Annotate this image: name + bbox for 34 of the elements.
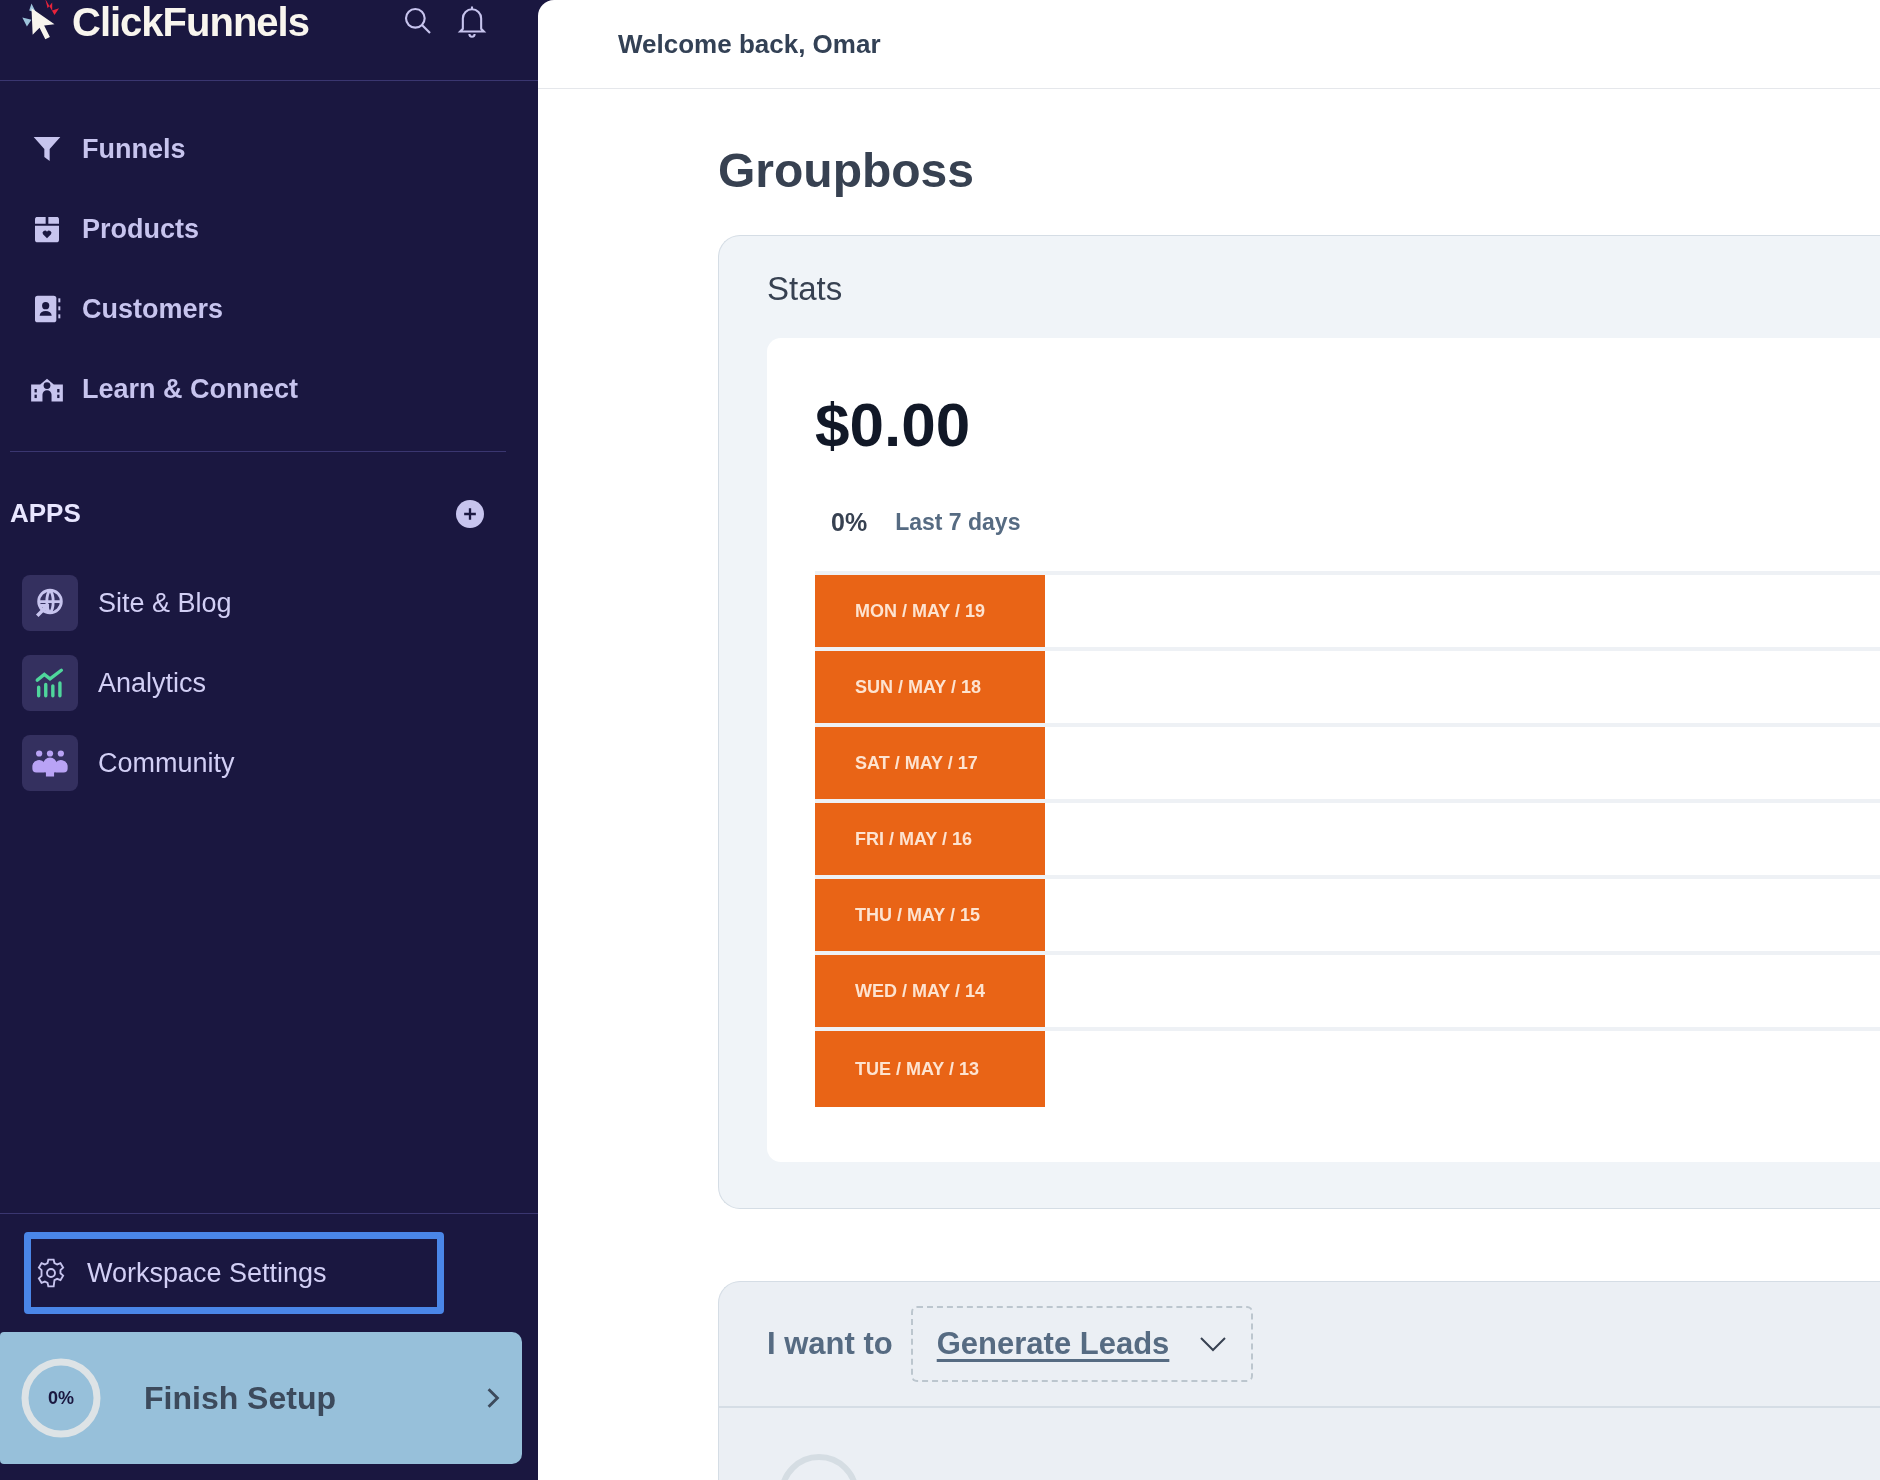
welcome-message: Welcome back, Omar	[618, 27, 881, 61]
goal-prefix: I want to	[767, 1324, 893, 1363]
app-link[interactable]: Community	[22, 735, 538, 791]
day-label: TUE / MAY / 13	[815, 1031, 1045, 1107]
page-title: Groupboss	[718, 147, 975, 195]
day-label: MON / MAY / 19	[815, 575, 1045, 647]
brand-name: ClickFunnels	[72, 0, 309, 46]
plus-icon	[463, 506, 477, 521]
revenue-amount: $0.00	[815, 393, 972, 456]
finish-setup-label: Finish Setup	[144, 1379, 336, 1418]
change-percent: 0%	[831, 506, 868, 538]
notifications-button[interactable]	[456, 4, 488, 38]
nav-link[interactable]: Learn & Connect	[10, 361, 506, 417]
nav-link[interactable]: Customers	[10, 281, 506, 337]
workspace-settings-button[interactable]: Workspace Settings	[24, 1232, 444, 1314]
goal-dropdown[interactable]: Generate Leads	[910, 1306, 1254, 1382]
day-label: THU / MAY / 15	[815, 879, 1045, 951]
app-link[interactable]: Analytics	[22, 655, 538, 711]
day-label: FRI / MAY / 16	[815, 803, 1045, 875]
day-label: SUN / MAY / 18	[815, 651, 1045, 723]
day-label: SAT / MAY / 17	[815, 727, 1045, 799]
apps-heading: APPS	[10, 497, 81, 530]
period-label: Last 7 days	[895, 508, 1021, 537]
chevron-right-icon	[486, 1387, 500, 1409]
nav-link[interactable]: Products	[10, 201, 506, 257]
stats-heading: Stats	[767, 269, 844, 309]
nav-link[interactable]: Funnels	[10, 121, 506, 177]
progress-percent: 0%	[48, 1386, 74, 1410]
add-app-button[interactable]	[456, 499, 484, 528]
day-label: WED / MAY / 14	[815, 955, 1045, 1027]
settings-icon	[35, 1257, 67, 1289]
finish-setup-card[interactable]: 0% Finish Setup	[0, 1332, 522, 1464]
chevron-down-icon	[1199, 1336, 1228, 1352]
app-link[interactable]: Site & Blog	[22, 575, 538, 631]
